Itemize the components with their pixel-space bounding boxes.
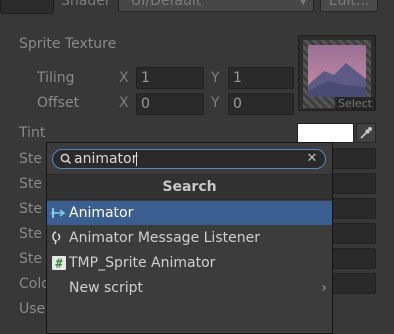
clear-search-icon[interactable]: ✕ bbox=[304, 151, 320, 167]
offset-x-field[interactable]: 0 bbox=[136, 93, 204, 115]
bg-field-1[interactable] bbox=[332, 148, 376, 169]
eyedropper-icon[interactable] bbox=[356, 123, 376, 143]
bg-label-7: Use bbox=[19, 301, 46, 317]
tiling-label: Tiling bbox=[37, 70, 75, 86]
shader-label: Shader bbox=[61, 0, 111, 9]
tint-label: Tint bbox=[19, 125, 46, 141]
animator-icon bbox=[51, 205, 67, 221]
bg-label-5: Ste bbox=[19, 251, 42, 267]
result-tmp-sprite-animator[interactable]: # TMP_Sprite Animator bbox=[47, 251, 332, 275]
sprite-texture-label: Sprite Texture bbox=[19, 36, 117, 52]
bg-field-4[interactable] bbox=[332, 223, 376, 244]
shader-edit-button[interactable]: Edit... bbox=[320, 0, 378, 12]
popup-header: Search bbox=[47, 174, 332, 200]
result-label: Animator bbox=[69, 205, 134, 221]
result-new-script[interactable]: New script › bbox=[47, 276, 332, 300]
bg-label-4: Ste bbox=[19, 226, 42, 242]
result-label: New script bbox=[69, 280, 143, 296]
bg-field-2[interactable] bbox=[332, 173, 376, 194]
search-input-value: animator bbox=[74, 151, 138, 167]
offset-x-axis-label: X bbox=[119, 95, 129, 111]
tiling-x-field[interactable]: 1 bbox=[136, 67, 204, 89]
bg-field-6[interactable] bbox=[332, 273, 376, 294]
texture-preview-image bbox=[308, 45, 366, 97]
chevron-right-icon: › bbox=[321, 280, 327, 296]
svg-text:#: # bbox=[55, 257, 63, 271]
component-search-popup: animator ✕ Search Animator Animator Mess… bbox=[46, 142, 333, 334]
tiling-x-axis-label: X bbox=[119, 70, 129, 86]
texture-select-button[interactable]: Select bbox=[335, 97, 375, 110]
search-input[interactable]: animator ✕ bbox=[52, 149, 326, 169]
result-animator[interactable]: Animator bbox=[47, 201, 332, 225]
shader-dropdown-value: UI/Default bbox=[131, 0, 202, 9]
script-icon bbox=[51, 230, 67, 246]
search-icon bbox=[59, 152, 73, 166]
tiling-y-field[interactable]: 1 bbox=[228, 67, 294, 89]
tiling-y-axis-label: Y bbox=[211, 70, 220, 86]
result-animator-message-listener[interactable]: Animator Message Listener bbox=[47, 226, 332, 250]
result-label: TMP_Sprite Animator bbox=[69, 255, 216, 271]
bg-label-3: Ste bbox=[19, 201, 42, 217]
sprite-texture-slot[interactable]: Select bbox=[298, 35, 376, 111]
bg-field-3[interactable] bbox=[332, 198, 376, 219]
dropdown-arrow-icon: ▼ bbox=[299, 0, 307, 7]
bg-field-5[interactable] bbox=[332, 248, 376, 269]
bg-label-1: Ste bbox=[19, 151, 42, 167]
text-caret bbox=[136, 152, 137, 166]
offset-y-field[interactable]: 0 bbox=[228, 93, 294, 115]
tint-color-swatch[interactable] bbox=[297, 123, 354, 143]
result-label: Animator Message Listener bbox=[69, 230, 260, 246]
bg-label-2: Ste bbox=[19, 176, 42, 192]
shader-object-thumbnail bbox=[0, 0, 54, 14]
hash-script-icon: # bbox=[51, 255, 67, 271]
offset-y-axis-label: Y bbox=[211, 95, 220, 111]
offset-label: Offset bbox=[37, 95, 80, 111]
shader-dropdown[interactable]: UI/Default ▼ bbox=[118, 0, 314, 12]
